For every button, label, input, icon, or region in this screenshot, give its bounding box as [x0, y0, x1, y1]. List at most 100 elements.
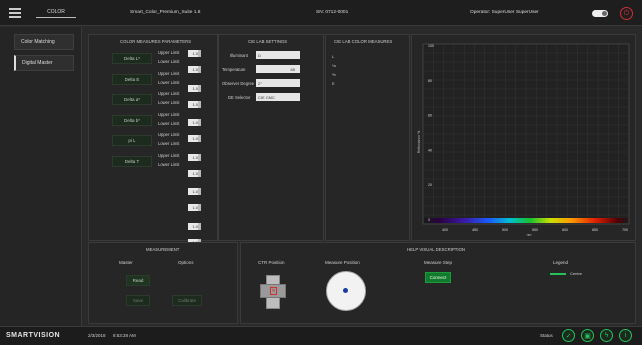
param-button-5[interactable]: Delta T	[112, 155, 152, 167]
upper-limit-label-0: Upper Limit	[158, 50, 180, 55]
illuminant-value: D	[258, 52, 261, 58]
lower-limit-value-1: 1.0	[192, 101, 198, 107]
measure-position-dot	[343, 288, 348, 293]
status-device-icon[interactable]: ▣	[581, 329, 594, 342]
de-selector-label: DE Selector	[228, 95, 251, 100]
ctr-position-label: CTR Position	[258, 260, 285, 265]
observer-value: 2°	[258, 80, 262, 86]
x-tick-label: 500	[502, 228, 508, 232]
observer-select[interactable]: 2°	[256, 79, 300, 87]
upper-limit-input-0[interactable]: 1.0	[188, 50, 201, 57]
upper-limit-input-4[interactable]: 1.0	[188, 188, 201, 195]
color-tab[interactable]: COLOR	[36, 8, 76, 18]
y-axis-label: Reflectance %	[417, 131, 421, 154]
y-tick-label: 80	[428, 79, 432, 83]
measure-step-label: Measure Step	[424, 260, 453, 265]
upper-limit-input-1[interactable]: 1.0	[188, 84, 201, 92]
cie-measure-l: L	[332, 54, 335, 59]
x-axis-label: nm	[527, 233, 532, 237]
help-visual-panel	[240, 242, 636, 324]
lower-limit-value-3: 1.0	[192, 170, 198, 176]
sidebar-item-color-matching[interactable]: Color Matching	[14, 34, 74, 50]
x-tick-label: 700	[622, 228, 628, 232]
cie-measure-b: *b	[332, 72, 336, 77]
lower-limit-label-5: Lower Limit	[158, 161, 180, 167]
menu-icon[interactable]	[9, 8, 21, 18]
param-button-0[interactable]: Delta L*	[112, 53, 152, 64]
upper-limit-value-5: 1.0	[192, 223, 198, 229]
options-label: Options	[178, 260, 194, 265]
save-button[interactable]: Save	[126, 295, 150, 306]
lower-limit-value-2: 1.0	[192, 136, 198, 141]
upper-limit-input-3[interactable]: 1.0	[188, 153, 201, 161]
smartvision-logo: SMARTVISION	[6, 332, 61, 339]
illuminant-select[interactable]: D	[256, 51, 300, 59]
color-measures-title: COLOR MEASURES PARAMETERS	[120, 39, 192, 44]
param-button-4[interactable]: pi L	[112, 135, 152, 146]
x-tick-label: 400	[442, 228, 448, 232]
upper-limit-label-5: Upper Limit	[158, 152, 180, 158]
upper-limit-input-2[interactable]: 1.0	[188, 119, 201, 126]
spectrum-chart: 100 80 60 40 20 0 400 450 500 550 600 650 700 Refle…	[417, 43, 630, 237]
lower-limit-label-0: Lower Limit	[158, 59, 180, 64]
status-info-icon[interactable]: i	[619, 329, 632, 342]
y-tick-label: 20	[428, 183, 432, 187]
cie-measure-a: *a	[332, 63, 336, 68]
y-tick-label: 100	[428, 44, 434, 48]
lower-limit-label-3: Lower Limit	[158, 120, 180, 126]
x-tick-label: 550	[532, 228, 538, 232]
lower-limit-value-0: 1.0	[192, 67, 198, 72]
upper-limit-value-4: 1.0	[192, 189, 198, 194]
lower-limit-input-0[interactable]: 1.0	[188, 66, 201, 73]
status-date: 2/3/2018	[88, 333, 106, 338]
legend-label: Legend	[553, 260, 569, 265]
upper-limit-value-0: 1.0	[192, 51, 198, 56]
master-label: Master	[119, 260, 133, 265]
upper-limit-label-3: Upper Limit	[158, 111, 180, 117]
visible-spectrum-bar	[424, 218, 628, 223]
lower-limit-input-3[interactable]: 1.0	[188, 169, 201, 177]
y-tick-label: 40	[428, 148, 432, 152]
y-tick-label: 60	[428, 114, 432, 118]
de-selector-select[interactable]: CIE CMC	[256, 93, 300, 101]
calibrate-button[interactable]: Calibrate	[172, 295, 202, 306]
legend-item-label: Centre	[570, 271, 583, 276]
status-label: Status	[540, 333, 553, 338]
upper-limit-label-2: Upper Limit	[158, 91, 180, 96]
cie-settings-title: CIE LAB SETTINGS	[248, 39, 288, 44]
upper-limit-value-2: 1.0	[192, 120, 198, 125]
serial-number: SN: 0712-0001	[316, 10, 349, 15]
measurement-panel	[88, 242, 238, 324]
software-name: Smart_Color_Premium_Suite 1.8	[130, 10, 201, 15]
lower-limit-label-2: Lower Limit	[158, 100, 180, 105]
upper-limit-label-4: Upper Limit	[158, 132, 180, 137]
measure-position-label: Measure Position	[325, 260, 360, 265]
temperature-value: 65	[290, 66, 295, 72]
toggle-switch[interactable]	[592, 10, 608, 17]
lower-limit-input-1[interactable]: 1.0	[188, 100, 201, 108]
lower-limit-value-4: 1.0	[192, 205, 198, 210]
param-button-3[interactable]: Delta b*	[112, 114, 152, 126]
lower-limit-input-2[interactable]: 1.0	[188, 135, 201, 142]
temperature-input[interactable]: 65	[256, 65, 300, 73]
status-flash-icon[interactable]: ϟ	[600, 329, 613, 342]
param-button-1[interactable]: Delta E	[112, 73, 152, 85]
sidebar-item-digital-master[interactable]: Digital Master	[14, 55, 74, 71]
x-tick-label: 600	[562, 228, 568, 232]
temperature-label: Temperature	[222, 67, 246, 72]
cie-measure-e: E	[332, 81, 335, 86]
lower-limit-input-4[interactable]: 1.0	[188, 204, 201, 211]
upper-limit-input-5[interactable]: 1.0	[188, 222, 201, 230]
status-check-icon[interactable]: ✓	[562, 329, 575, 342]
param-button-2[interactable]: Delta a*	[112, 94, 152, 105]
cie-measures-title: CIE LAB COLOR MEASURES	[334, 39, 393, 44]
upper-limit-label-1: Upper Limit	[158, 70, 180, 76]
observer-label: Observer Degree	[222, 81, 255, 86]
read-button[interactable]: Read	[126, 275, 150, 286]
measure-step-button[interactable]: Connect	[425, 272, 451, 283]
illuminant-label: Illuminant	[230, 53, 248, 58]
de-selector-value: CIE CMC	[258, 94, 275, 100]
cie-measures-panel	[325, 34, 410, 241]
power-button[interactable]: ⏻	[620, 7, 633, 20]
operator-name: Operator: SuperUser SuperUser	[470, 10, 539, 15]
